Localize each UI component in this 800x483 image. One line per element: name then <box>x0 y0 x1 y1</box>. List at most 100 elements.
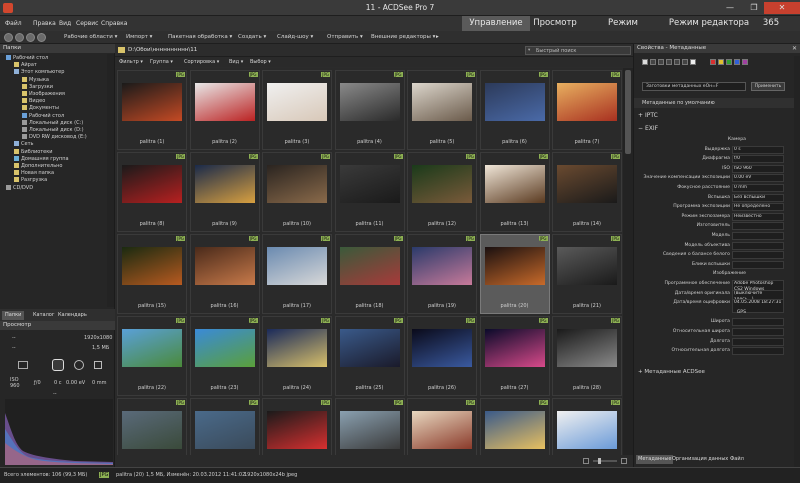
thumbnail-image[interactable] <box>339 411 400 449</box>
thumbnail-image[interactable] <box>412 411 472 449</box>
thumbnail-image[interactable] <box>484 83 545 121</box>
thumbnail-cell[interactable]: JPG palitra (23) <box>189 316 260 396</box>
current-path[interactable]: D:\Обои\нннннннннн\11 <box>128 47 197 53</box>
tab-manage[interactable]: Управление <box>462 16 530 31</box>
tree-item[interactable]: Изображения <box>22 91 65 98</box>
exif-field-value[interactable] <box>732 337 784 346</box>
close-panel-icon[interactable]: ✕ <box>792 45 797 52</box>
color-label-swatch[interactable] <box>718 59 724 65</box>
thumbnail-cell[interactable]: JPG palitra (16) <box>189 234 260 314</box>
thumbnail-image[interactable] <box>122 411 182 449</box>
color-label-swatch[interactable] <box>734 59 740 65</box>
close-button[interactable]: ✕ <box>764 2 800 14</box>
exif-field-value[interactable] <box>732 251 784 260</box>
zoom-slider[interactable] <box>593 460 617 462</box>
thumbnail-image[interactable] <box>122 247 182 285</box>
refresh-icon[interactable] <box>37 33 46 42</box>
menu-edit[interactable]: Правка <box>33 20 56 27</box>
thumbnail-cell[interactable]: JPG palitra (25) <box>334 316 405 396</box>
thumbnail-image[interactable] <box>484 165 545 203</box>
properties-scrollbar[interactable] <box>794 56 800 483</box>
thumbnail-cell[interactable]: JPG palitra (6) <box>479 70 550 150</box>
thumbnail-image[interactable] <box>194 329 255 367</box>
exif-field-value[interactable]: 0 mm <box>732 184 784 192</box>
thumbnail-cell[interactable]: JPG palitra (24) <box>262 316 332 396</box>
tree-item[interactable]: Видео <box>22 98 45 105</box>
thumbnail-image[interactable] <box>412 329 472 367</box>
thumbnail-cell[interactable]: JPG palitra (5) <box>407 70 477 150</box>
thumbnail-image[interactable] <box>339 83 400 121</box>
thumbnail-image[interactable] <box>267 83 327 121</box>
thumbnail-cell[interactable]: JPG <box>407 398 477 455</box>
color-label-swatch[interactable] <box>674 59 680 65</box>
color-label-swatch[interactable] <box>742 59 748 65</box>
thumbnail-cell[interactable]: JPG <box>262 398 332 455</box>
zoom-out-icon[interactable] <box>583 458 589 464</box>
maximize-button[interactable]: ❐ <box>742 2 766 14</box>
folders-scrollbar[interactable] <box>107 54 114 307</box>
thumbnail-cell[interactable]: JPG palitra (13) <box>479 152 550 232</box>
tab-file[interactable]: Файл <box>728 455 746 464</box>
apply-button[interactable]: Применить <box>751 82 785 91</box>
tab-organize[interactable]: Организация данных <box>670 455 730 464</box>
thumbnail-image[interactable] <box>194 83 255 121</box>
tab-catalog[interactable]: Каталог <box>30 311 57 320</box>
tree-item[interactable]: Рабочий стол <box>6 55 48 62</box>
batch-menu[interactable]: Пакетная обработка ▾ <box>168 34 232 40</box>
color-label-swatch[interactable] <box>658 59 664 65</box>
tree-item[interactable]: Дополнительно <box>14 163 62 170</box>
tab-metadata[interactable]: Метаданные <box>636 455 674 464</box>
thumbnail-cell[interactable]: JPG <box>189 398 260 455</box>
grid-scrollbar[interactable] <box>623 68 633 455</box>
zoom-in-icon[interactable] <box>621 458 627 464</box>
tree-item[interactable]: Загрузки <box>22 83 53 91</box>
exif-field-value[interactable]: Неизвестно <box>732 212 784 221</box>
thumbnail-image[interactable] <box>194 411 255 449</box>
tree-item[interactable]: Музыка <box>22 76 49 84</box>
tree-item[interactable]: Рабочий стол <box>22 112 64 120</box>
up-icon[interactable] <box>26 33 35 42</box>
thumbnail-image[interactable] <box>557 247 617 285</box>
back-icon[interactable] <box>4 33 13 42</box>
exif-field-value[interactable] <box>732 260 784 269</box>
thumbnail-cell[interactable]: JPG palitra (1) <box>117 70 187 150</box>
exif-field-value[interactable] <box>732 347 784 356</box>
exif-field-value[interactable]: Не определено <box>732 203 784 212</box>
tab-folders[interactable]: Папки <box>2 311 25 320</box>
thumbnail-image[interactable] <box>412 83 472 121</box>
external-editors-menu[interactable]: Внешние редакторы ▾ <box>371 34 435 40</box>
thumbnail-image[interactable] <box>267 329 327 367</box>
thumbnail-image[interactable] <box>267 247 327 285</box>
thumbnail-cell[interactable]: JPG palitra (8) <box>117 152 187 232</box>
thumbnail-image[interactable] <box>122 329 182 367</box>
filter-menu[interactable]: Фильтр ▾ <box>119 59 143 65</box>
thumbnail-cell[interactable]: JPG palitra (14) <box>552 152 622 232</box>
thumbnail-image[interactable] <box>339 165 400 203</box>
forward-icon[interactable] <box>15 33 24 42</box>
thumbnail-cell[interactable]: JPG <box>552 398 622 455</box>
exif-field-value[interactable] <box>732 222 784 231</box>
tree-item[interactable]: Документы <box>22 105 59 112</box>
tree-item[interactable]: CD/DVD <box>6 184 33 192</box>
thumbnail-cell[interactable]: JPG palitra (27) <box>479 316 550 396</box>
thumbnail-cell[interactable]: JPG palitra (2) <box>189 70 260 150</box>
thumbnail-image[interactable] <box>194 165 255 203</box>
tree-item[interactable]: Айрат <box>14 62 37 69</box>
menu-view[interactable]: Вид <box>59 20 71 27</box>
thumbnail-cell[interactable]: JPG palitra (11) <box>334 152 405 232</box>
thumbnail-image[interactable] <box>122 83 182 121</box>
tree-item[interactable]: Библиотеки <box>14 148 53 156</box>
thumbnail-image[interactable] <box>557 83 617 121</box>
zoom-slider-handle[interactable] <box>598 458 601 464</box>
thumbnail-cell[interactable]: JPG palitra (28) <box>552 316 622 396</box>
create-menu[interactable]: Создать ▾ <box>238 34 266 40</box>
tab-edit[interactable]: Режим редактора <box>668 16 750 31</box>
thumbnail-image[interactable] <box>557 411 617 449</box>
exif-field-value[interactable]: f/0 <box>732 155 784 164</box>
default-metadata-bar[interactable]: Метаданные по умолчанию <box>634 98 794 108</box>
color-label-swatch[interactable] <box>726 59 732 65</box>
thumbnail-image[interactable] <box>122 165 182 203</box>
tree-item[interactable]: Домашняя группа <box>14 155 69 163</box>
thumbnail-image[interactable] <box>339 247 400 285</box>
exif-field-value[interactable] <box>732 328 784 336</box>
